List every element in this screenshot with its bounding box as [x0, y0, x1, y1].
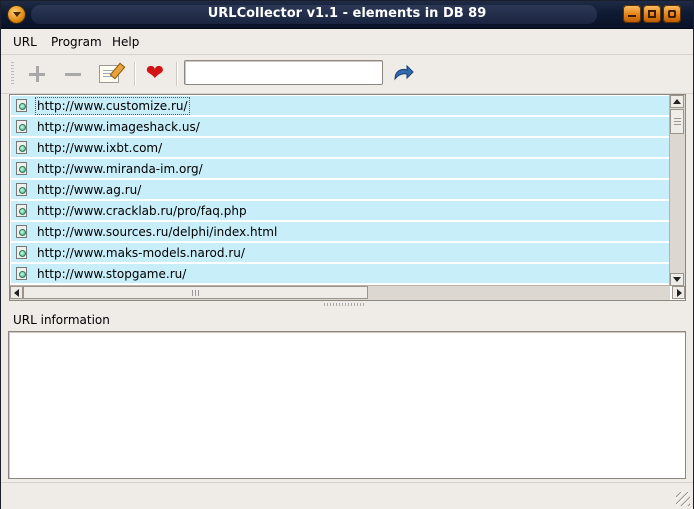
app-window: URLCollector v1.1 - elements in DB 89 UR…: [0, 0, 694, 509]
url-list: http://www.customize.ru/http://www.image…: [11, 96, 670, 286]
url-row[interactable]: http://www.miranda-im.org/: [11, 159, 670, 179]
remove-url-button[interactable]: [62, 63, 84, 85]
splitter-grip[interactable]: [324, 303, 366, 306]
resize-grip[interactable]: [676, 492, 690, 506]
go-arrow-icon: [394, 64, 414, 81]
window-title: URLCollector v1.1 - elements in DB 89: [207, 6, 487, 21]
url-row[interactable]: http://www.ag.ru/: [11, 180, 670, 200]
favorite-heart-button[interactable]: ❤: [144, 63, 166, 85]
url-text: http://www.maks-models.narod.ru/: [37, 246, 245, 260]
vertical-scroll-thumb[interactable]: [670, 109, 684, 134]
go-arrow-button[interactable]: [392, 64, 414, 84]
url-row[interactable]: http://www.sources.ru/delphi/index.html: [11, 222, 670, 242]
url-page-icon: [16, 120, 27, 133]
horizontal-scrollbar[interactable]: [10, 285, 685, 300]
url-page-icon: [16, 225, 27, 238]
horizontal-scroll-thumb[interactable]: [23, 286, 368, 299]
url-page-icon: [16, 99, 27, 112]
url-row[interactable]: http://www.customize.ru/: [11, 96, 670, 116]
url-text: http://www.stopgame.ru/: [37, 267, 187, 281]
url-text: http://www.customize.ru/: [35, 97, 190, 115]
toolbar-separator: [134, 62, 136, 86]
url-information-textarea[interactable]: [8, 331, 686, 479]
maximize-button[interactable]: [643, 5, 661, 23]
edit-url-button[interactable]: [99, 65, 119, 83]
url-information-label: URL information: [13, 313, 110, 327]
url-row[interactable]: http://www.ixbt.com/: [11, 138, 670, 158]
add-url-button[interactable]: [26, 63, 48, 85]
menu-help[interactable]: Help: [112, 35, 139, 49]
menu-bar: URL Program Help: [1, 29, 693, 55]
url-text: http://www.cracklab.ru/pro/faq.php: [37, 204, 247, 218]
scroll-up-button[interactable]: [670, 95, 684, 108]
minimize-button[interactable]: [623, 5, 641, 23]
url-text: http://www.ag.ru/: [37, 183, 142, 197]
url-page-icon: [16, 183, 27, 196]
url-text: http://www.ixbt.com/: [37, 141, 163, 155]
url-page-icon: [16, 204, 27, 217]
maximize-icon: [648, 10, 656, 18]
minimize-icon: [628, 15, 636, 17]
url-text: http://www.sources.ru/delphi/index.html: [37, 225, 278, 239]
scroll-left-button[interactable]: [10, 286, 23, 299]
vertical-scrollbar[interactable]: [669, 95, 685, 286]
url-list-pane: http://www.customize.ru/http://www.image…: [9, 94, 686, 301]
pane-splitter[interactable]: [1, 301, 693, 308]
url-row[interactable]: http://www.cracklab.ru/pro/faq.php: [11, 201, 670, 221]
url-page-icon: [16, 162, 27, 175]
url-page-icon: [16, 141, 27, 154]
search-input[interactable]: [184, 60, 383, 85]
close-button[interactable]: [663, 5, 681, 23]
title-bar[interactable]: URLCollector v1.1 - elements in DB 89: [1, 1, 693, 29]
status-bar: [1, 482, 693, 509]
menu-url[interactable]: URL: [13, 35, 37, 49]
toolbar-separator: [176, 62, 178, 86]
url-row[interactable]: http://www.imageshack.us/: [11, 117, 670, 137]
scroll-right-button[interactable]: [672, 286, 685, 299]
toolbar-grip[interactable]: [11, 62, 14, 86]
url-row[interactable]: http://www.maks-models.narod.ru/: [11, 243, 670, 263]
url-page-icon: [16, 246, 27, 259]
close-icon: [668, 10, 676, 18]
scroll-down-button[interactable]: [670, 273, 684, 286]
url-text: http://www.miranda-im.org/: [37, 162, 203, 176]
url-text: http://www.imageshack.us/: [37, 120, 200, 134]
menu-program[interactable]: Program: [51, 35, 102, 49]
url-row[interactable]: http://www.stopgame.ru/: [11, 264, 670, 284]
url-page-icon: [16, 267, 27, 280]
